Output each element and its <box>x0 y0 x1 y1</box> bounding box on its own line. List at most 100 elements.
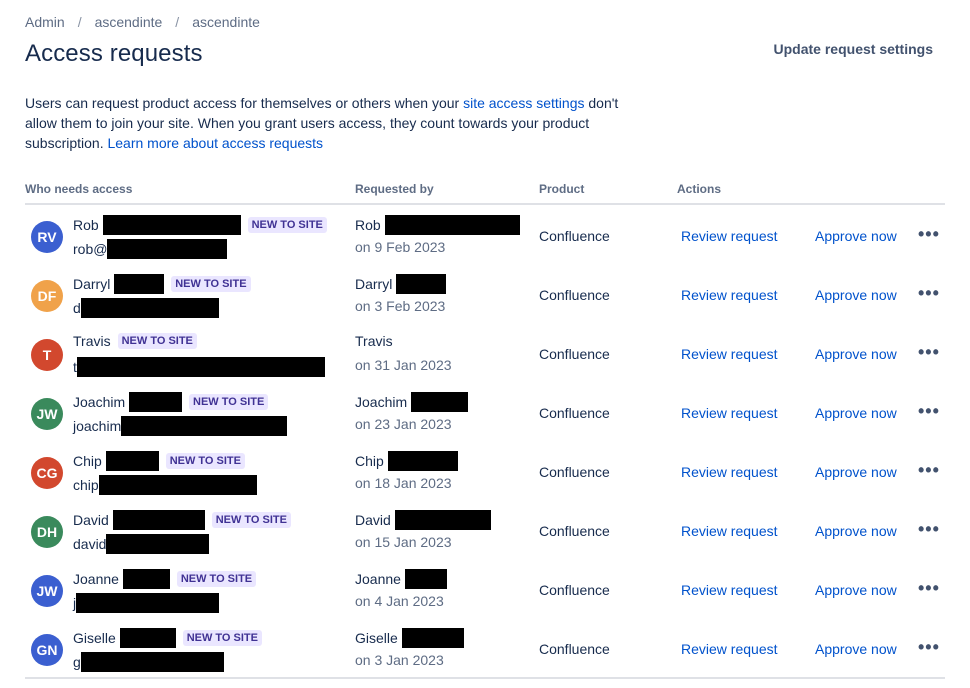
more-actions-icon[interactable]: ••• <box>918 520 940 538</box>
more-actions-icon[interactable]: ••• <box>918 225 940 243</box>
user-email-prefix: joachim <box>73 418 122 434</box>
table-row: T Travis NEW TO SITE t Travis on 31 Jan … <box>25 323 945 382</box>
table-header: Who needs access Requested by Product Ac… <box>25 178 945 205</box>
user-name: Chip NEW TO SITE <box>73 451 245 471</box>
new-to-site-badge: NEW TO SITE <box>117 333 197 349</box>
user-first-name: David <box>73 512 109 528</box>
new-to-site-badge: NEW TO SITE <box>211 512 291 528</box>
breadcrumb-org[interactable]: ascendinte <box>95 14 163 30</box>
requester-first-name: Travis <box>355 333 393 349</box>
more-actions-icon[interactable]: ••• <box>918 579 940 597</box>
more-actions-icon[interactable]: ••• <box>918 343 940 361</box>
product-name: Confluence <box>539 405 610 421</box>
user-email: rob@ <box>73 239 228 259</box>
requester-first-name: Joanne <box>355 571 401 587</box>
approve-now-link[interactable]: Approve now <box>815 641 897 657</box>
more-actions-icon[interactable]: ••• <box>918 402 940 420</box>
avatar: CG <box>31 457 63 489</box>
user-email-prefix: g <box>73 654 81 670</box>
request-date: on 31 Jan 2023 <box>355 357 452 373</box>
approve-now-link[interactable]: Approve now <box>815 582 897 598</box>
new-to-site-badge: NEW TO SITE <box>247 217 327 233</box>
request-date: on 18 Jan 2023 <box>355 475 452 491</box>
review-request-link[interactable]: Review request <box>681 405 778 421</box>
user-email: d <box>73 298 219 318</box>
table-body: RV Rob NEW TO SITE rob@ Rob on 9 Feb 202… <box>25 205 945 679</box>
user-first-name: Travis <box>73 333 111 349</box>
redacted-block <box>396 274 447 294</box>
avatar: RV <box>31 221 63 253</box>
user-email-prefix: d <box>73 300 81 316</box>
redacted-block <box>102 215 241 235</box>
table-row: JW Joachim NEW TO SITE joachim Joachim o… <box>25 382 945 441</box>
user-name: Rob NEW TO SITE <box>73 215 327 235</box>
table-row: DF Darryl NEW TO SITE d Darryl on 3 Feb … <box>25 264 945 323</box>
breadcrumb-admin[interactable]: Admin <box>25 14 65 30</box>
learn-more-link[interactable]: Learn more about access requests <box>107 135 323 151</box>
more-actions-icon[interactable]: ••• <box>918 461 940 479</box>
table-row: DH David NEW TO SITE david David on 15 J… <box>25 500 945 559</box>
new-to-site-badge: NEW TO SITE <box>171 276 251 292</box>
product-name: Confluence <box>539 523 610 539</box>
review-request-link[interactable]: Review request <box>681 523 778 539</box>
more-actions-icon[interactable]: ••• <box>918 284 940 302</box>
table-row: JW Joanne NEW TO SITE j Joanne on 4 Jan … <box>25 559 945 618</box>
approve-now-link[interactable]: Approve now <box>815 464 897 480</box>
update-request-settings-button[interactable]: Update request settings <box>774 41 933 57</box>
user-email: j <box>73 593 220 613</box>
user-first-name: Rob <box>73 217 99 233</box>
user-first-name: Joachim <box>73 394 126 410</box>
request-date: on 3 Jan 2023 <box>355 652 444 668</box>
avatar: GN <box>31 634 63 666</box>
site-access-settings-link[interactable]: site access settings <box>463 95 584 111</box>
new-to-site-badge: NEW TO SITE <box>189 394 269 410</box>
redacted-block <box>404 569 447 589</box>
column-header-who: Who needs access <box>25 182 133 196</box>
redacted-block <box>106 534 210 554</box>
review-request-link[interactable]: Review request <box>681 582 778 598</box>
user-email-prefix: rob@ <box>73 241 108 257</box>
user-name: Joachim NEW TO SITE <box>73 392 269 412</box>
new-to-site-badge: NEW TO SITE <box>165 453 245 469</box>
user-name: Darryl NEW TO SITE <box>73 274 251 294</box>
description-text: Users can request product access for the… <box>25 95 464 111</box>
approve-now-link[interactable]: Approve now <box>815 523 897 539</box>
approve-now-link[interactable]: Approve now <box>815 346 897 362</box>
request-date: on 3 Feb 2023 <box>355 298 446 314</box>
redacted-block <box>107 239 228 259</box>
requester-name: Darryl <box>355 274 447 294</box>
requester-name: Giselle <box>355 628 464 648</box>
user-first-name: Darryl <box>73 276 111 292</box>
approve-now-link[interactable]: Approve now <box>815 228 897 244</box>
approve-now-link[interactable]: Approve now <box>815 287 897 303</box>
requester-first-name: Darryl <box>355 276 393 292</box>
approve-now-link[interactable]: Approve now <box>815 405 897 421</box>
more-actions-icon[interactable]: ••• <box>918 638 940 656</box>
redacted-block <box>387 451 458 471</box>
avatar: DF <box>31 280 63 312</box>
table-row: RV Rob NEW TO SITE rob@ Rob on 9 Feb 202… <box>25 205 945 264</box>
user-email: joachim <box>73 416 288 436</box>
avatar: JW <box>31 575 63 607</box>
requester-first-name: Giselle <box>355 630 398 646</box>
breadcrumb-separator: / <box>175 14 180 30</box>
redacted-block <box>80 298 219 318</box>
new-to-site-badge: NEW TO SITE <box>182 630 262 646</box>
user-first-name: Chip <box>73 453 102 469</box>
column-header-actions: Actions <box>677 182 722 196</box>
requester-name: Chip <box>355 451 458 471</box>
review-request-link[interactable]: Review request <box>681 464 778 480</box>
breadcrumb-site[interactable]: ascendinte <box>192 14 260 30</box>
new-to-site-badge: NEW TO SITE <box>176 571 257 587</box>
review-request-link[interactable]: Review request <box>681 641 778 657</box>
redacted-block <box>129 392 183 412</box>
review-request-link[interactable]: Review request <box>681 346 778 362</box>
redacted-block <box>76 357 325 377</box>
page-description: Users can request product access for the… <box>25 93 625 153</box>
user-email: chip <box>73 475 257 495</box>
review-request-link[interactable]: Review request <box>681 287 778 303</box>
user-email: t <box>73 357 325 377</box>
requester-first-name: David <box>355 512 391 528</box>
requester-name: Joanne <box>355 569 447 589</box>
review-request-link[interactable]: Review request <box>681 228 778 244</box>
